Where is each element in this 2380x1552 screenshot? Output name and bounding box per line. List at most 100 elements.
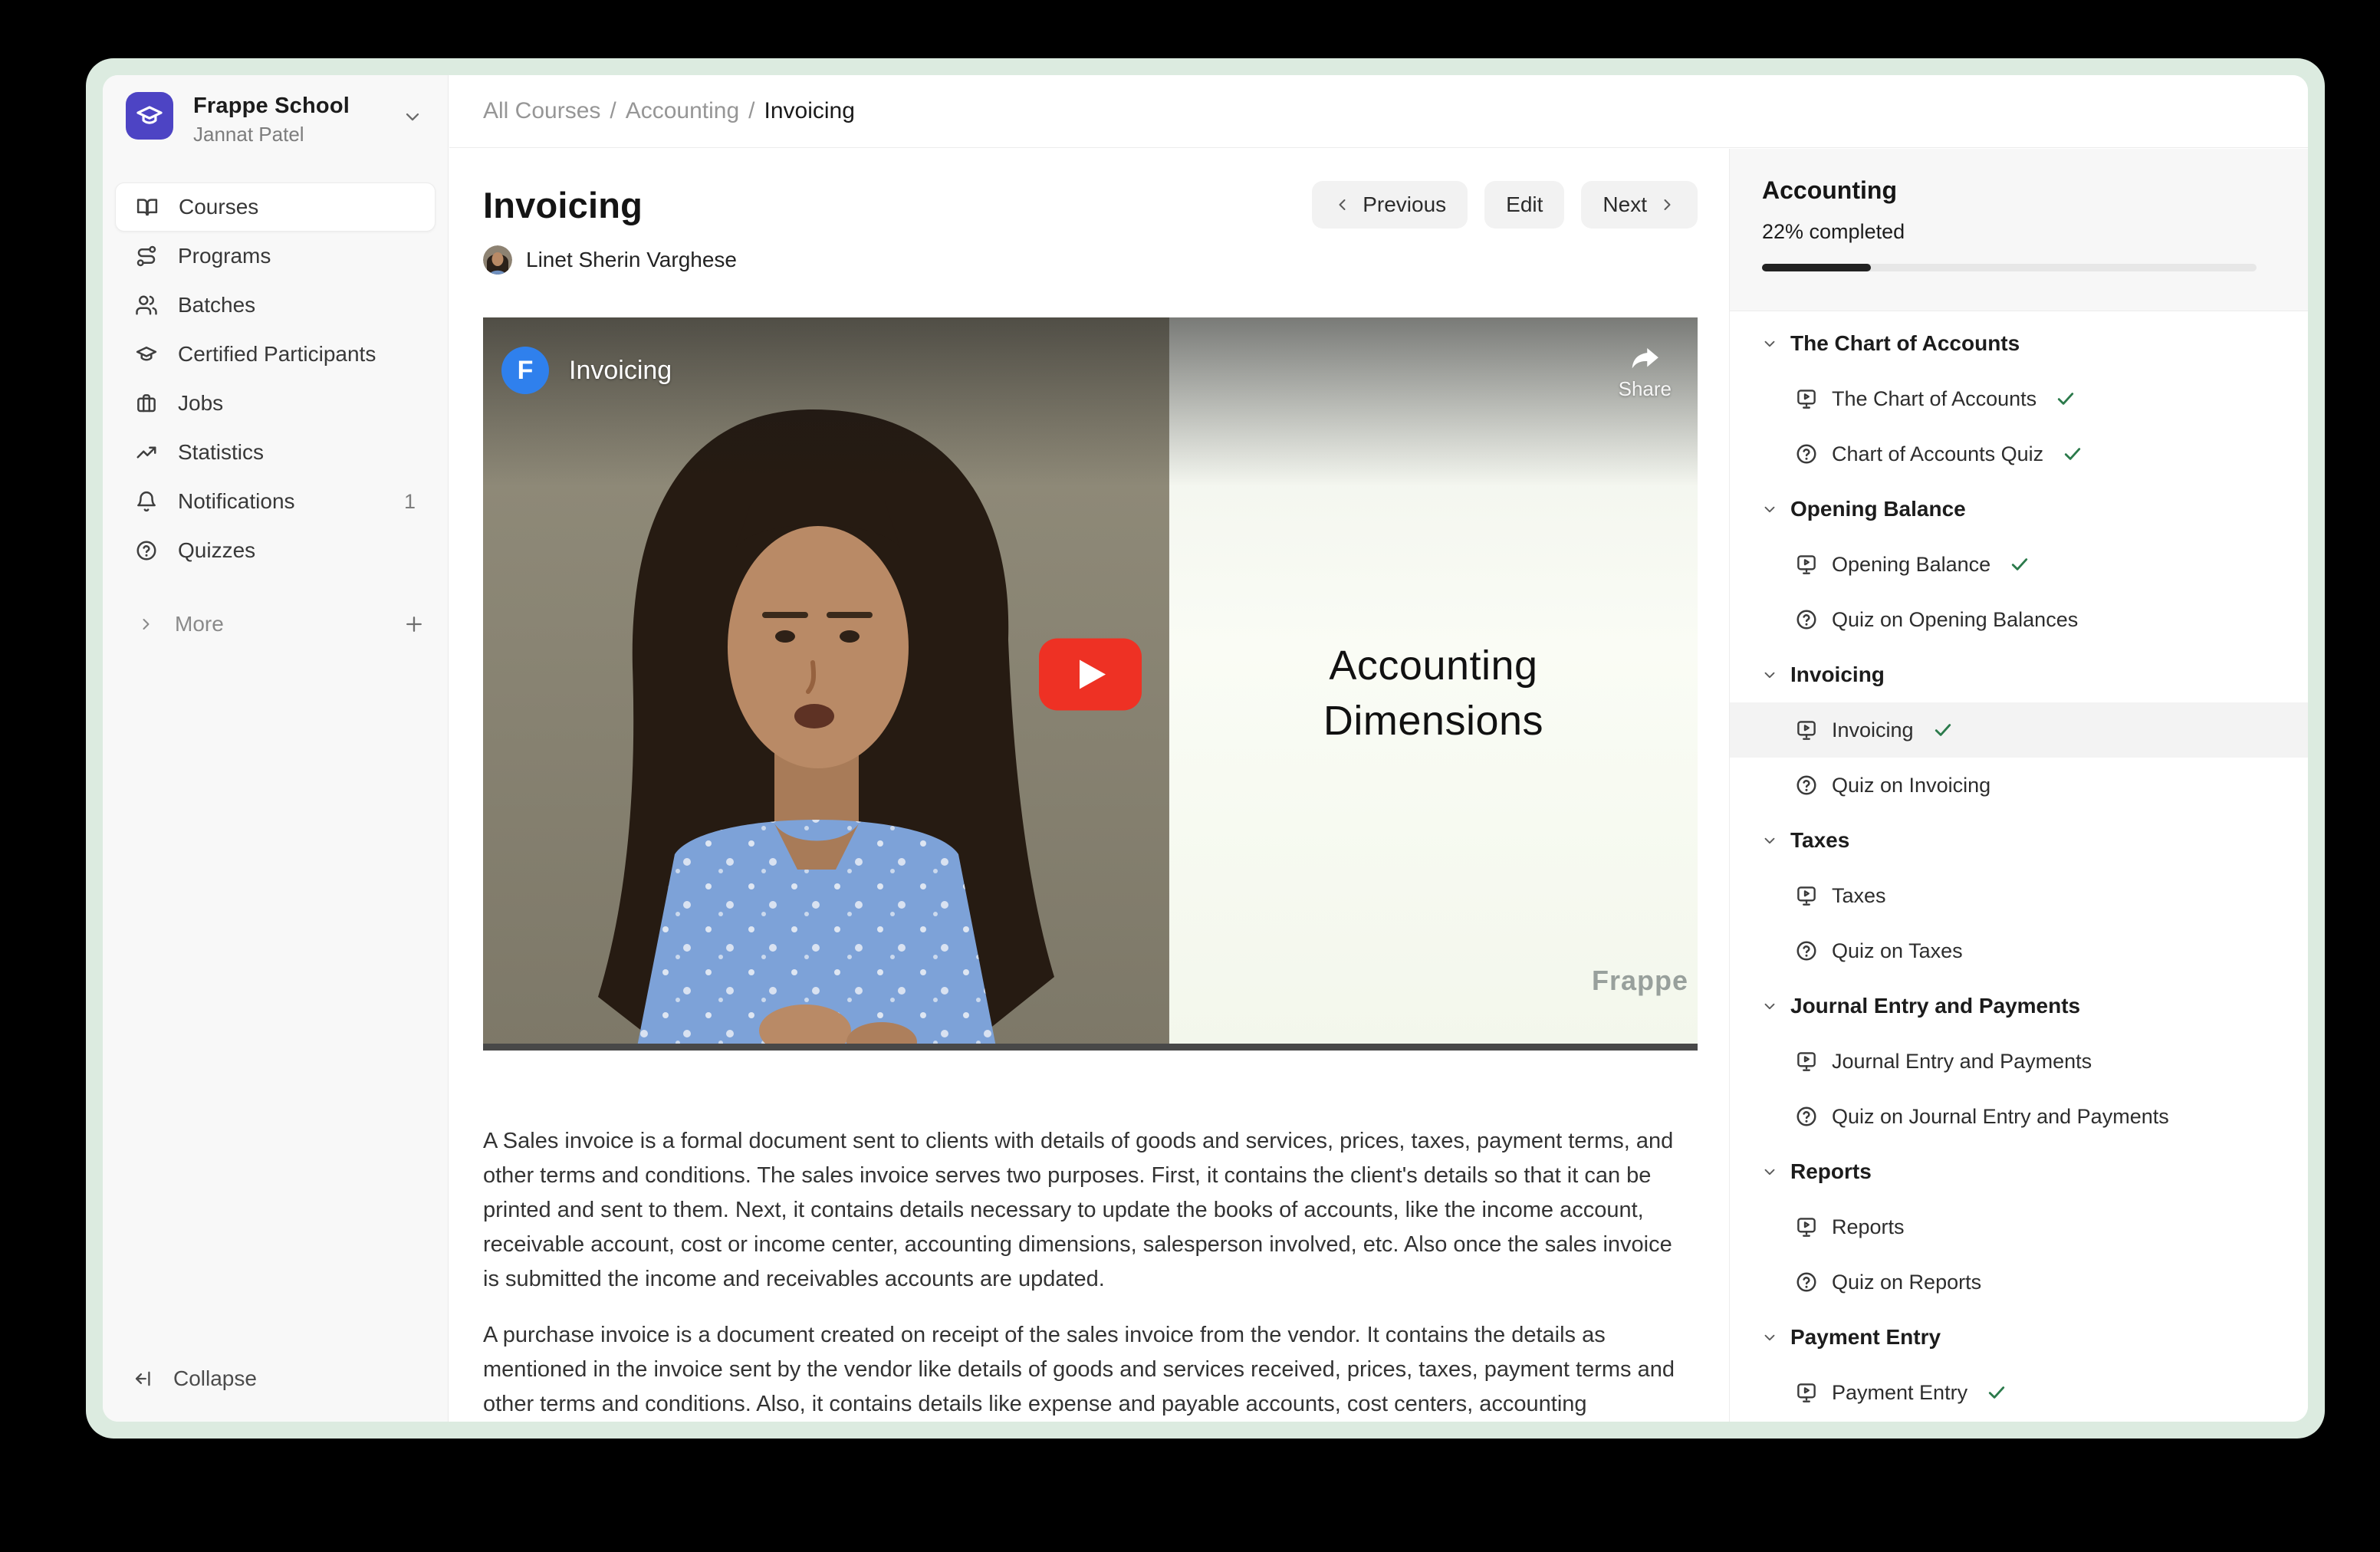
chapter-title: Taxes bbox=[1790, 828, 1849, 853]
chapter-row[interactable]: Opening Balance bbox=[1730, 482, 2308, 537]
breadcrumb: All Courses / Accounting / Invoicing bbox=[449, 75, 2308, 148]
previous-button[interactable]: Previous bbox=[1312, 181, 1468, 229]
chapter-title: Invoicing bbox=[1790, 663, 1885, 687]
video-lesson-icon bbox=[1795, 884, 1818, 907]
chapter-row[interactable]: Payment Entry bbox=[1730, 1310, 2308, 1365]
progress-bar-fill bbox=[1762, 264, 1871, 271]
sidebar-item-programs[interactable]: Programs bbox=[115, 232, 436, 281]
lesson-label: Reports bbox=[1832, 1215, 1905, 1239]
video-lesson-icon bbox=[1795, 387, 1818, 410]
share-button[interactable]: Share bbox=[1619, 340, 1672, 401]
course-title: Accounting bbox=[1762, 176, 2308, 205]
previous-label: Previous bbox=[1363, 192, 1446, 217]
briefcase-icon bbox=[135, 392, 158, 415]
sidebar-item-statistics[interactable]: Statistics bbox=[115, 428, 436, 477]
lesson-row[interactable]: Opening Balance bbox=[1730, 537, 2308, 592]
sidebar-item-label: Statistics bbox=[178, 440, 264, 465]
progress-bar bbox=[1762, 264, 2257, 271]
lesson-row[interactable]: Journal Entry and Payments bbox=[1730, 1034, 2308, 1089]
chevron-down-icon bbox=[1761, 1163, 1778, 1180]
quiz-icon bbox=[1795, 1271, 1818, 1294]
video-lesson-icon bbox=[1795, 718, 1818, 741]
chapter-row[interactable]: Journal Entry and Payments bbox=[1730, 978, 2308, 1034]
collapse-left-icon bbox=[133, 1368, 155, 1389]
next-label: Next bbox=[1603, 192, 1647, 217]
lesson-row[interactable]: Quiz on Reports bbox=[1730, 1254, 2308, 1310]
lesson-label: Chart of Accounts Quiz bbox=[1832, 442, 2043, 466]
sidebar-item-label: Quizzes bbox=[178, 538, 255, 563]
video-player[interactable]: Accounting Dimensions Frappe F Invoicing… bbox=[483, 317, 1698, 1051]
sidebar-item-notifications[interactable]: Notifications 1 bbox=[115, 477, 436, 526]
lesson-row[interactable]: Quiz on Opening Balances bbox=[1730, 592, 2308, 647]
chapter-title: Reports bbox=[1790, 1159, 1872, 1184]
graduation-cap-icon bbox=[135, 101, 164, 130]
chapter-row[interactable]: Reports bbox=[1730, 1144, 2308, 1199]
quiz-icon bbox=[1795, 774, 1818, 797]
sidebar-nav: Courses Programs Batches Certified Parti… bbox=[103, 182, 448, 575]
play-button[interactable] bbox=[1039, 639, 1142, 715]
chevron-down-icon bbox=[1761, 335, 1778, 352]
collapse-label: Collapse bbox=[173, 1366, 257, 1391]
chapter-row[interactable]: Invoicing bbox=[1730, 647, 2308, 702]
book-open-icon bbox=[136, 196, 159, 219]
video-title[interactable]: Invoicing bbox=[569, 356, 672, 386]
workspace-text: Frappe School Jannat Patel bbox=[193, 92, 350, 146]
chevron-down-icon bbox=[1761, 1329, 1778, 1346]
sidebar-item-courses[interactable]: Courses bbox=[115, 182, 436, 232]
share-icon bbox=[1627, 340, 1662, 376]
breadcrumb-course[interactable]: Accounting bbox=[626, 98, 739, 124]
lesson-label: Quiz on Invoicing bbox=[1832, 774, 1990, 797]
sidebar-item-label: Courses bbox=[179, 195, 258, 219]
video-progress-bar[interactable] bbox=[483, 1044, 1698, 1051]
quiz-icon bbox=[1795, 939, 1818, 962]
frappe-watermark: Frappe bbox=[1592, 965, 1688, 997]
workspace-name: Frappe School bbox=[193, 94, 350, 119]
lesson-row[interactable]: Quiz on Journal Entry and Payments bbox=[1730, 1089, 2308, 1144]
lesson-label: Quiz on Reports bbox=[1832, 1271, 1981, 1294]
chapter-row[interactable]: Taxes bbox=[1730, 813, 2308, 868]
video-lesson-icon bbox=[1795, 1381, 1818, 1404]
lesson-row[interactable]: Payment Entry bbox=[1730, 1365, 2308, 1420]
breadcrumb-separator: / bbox=[610, 98, 616, 124]
plus-icon[interactable] bbox=[403, 613, 425, 635]
sidebar-more[interactable]: More bbox=[103, 600, 448, 649]
lesson-label: Payment Entry bbox=[1832, 1381, 1967, 1405]
chevron-left-icon bbox=[1333, 196, 1352, 214]
lesson-label: Quiz on Journal Entry and Payments bbox=[1832, 1105, 2169, 1129]
lesson-row[interactable]: Quiz on Invoicing bbox=[1730, 758, 2308, 813]
lesson-row-active[interactable]: Invoicing bbox=[1730, 702, 2308, 758]
sidebar-item-quizzes[interactable]: Quizzes bbox=[115, 526, 436, 575]
app-frame: Frappe School Jannat Patel Courses Progr… bbox=[86, 58, 2325, 1439]
edit-button[interactable]: Edit bbox=[1484, 181, 1564, 229]
breadcrumb-current: Invoicing bbox=[764, 98, 855, 124]
collapse-sidebar-button[interactable]: Collapse bbox=[115, 1357, 257, 1400]
video-lesson-icon bbox=[1795, 1050, 1818, 1073]
lesson-row[interactable]: Quiz on Taxes bbox=[1730, 923, 2308, 978]
workspace-switcher[interactable]: Frappe School Jannat Patel bbox=[103, 75, 448, 169]
video-top-gradient bbox=[483, 317, 1698, 486]
breadcrumb-all-courses[interactable]: All Courses bbox=[483, 98, 600, 124]
graduation-cap-icon bbox=[135, 343, 158, 366]
course-outline: Accounting 22% completed The Chart of Ac… bbox=[1729, 149, 2308, 1422]
app-window: Frappe School Jannat Patel Courses Progr… bbox=[103, 75, 2308, 1422]
frappe-school-logo bbox=[126, 92, 173, 140]
check-icon bbox=[2009, 554, 2030, 575]
sidebar-item-certified-participants[interactable]: Certified Participants bbox=[115, 330, 436, 379]
chapter-row[interactable]: The Chart of Accounts bbox=[1730, 316, 2308, 371]
sidebar-item-label: Certified Participants bbox=[178, 342, 376, 367]
chevron-down-icon[interactable] bbox=[402, 106, 423, 127]
quiz-icon bbox=[1795, 608, 1818, 631]
notifications-count-badge: 1 bbox=[404, 490, 416, 514]
lesson-row[interactable]: Reports bbox=[1730, 1199, 2308, 1254]
next-button[interactable]: Next bbox=[1581, 181, 1698, 229]
channel-logo[interactable]: F bbox=[501, 347, 549, 394]
lesson-label: The Chart of Accounts bbox=[1832, 387, 2036, 411]
lesson-row[interactable]: Taxes bbox=[1730, 868, 2308, 923]
lesson-row[interactable]: Chart of Accounts Quiz bbox=[1730, 426, 2308, 482]
sidebar-item-batches[interactable]: Batches bbox=[115, 281, 436, 330]
lesson-row[interactable]: The Chart of Accounts bbox=[1730, 371, 2308, 426]
check-icon bbox=[2062, 443, 2083, 465]
author-name: Linet Sherin Varghese bbox=[526, 248, 737, 272]
paragraph: A Sales invoice is a formal document sen… bbox=[483, 1124, 1687, 1297]
sidebar-item-jobs[interactable]: Jobs bbox=[115, 379, 436, 428]
